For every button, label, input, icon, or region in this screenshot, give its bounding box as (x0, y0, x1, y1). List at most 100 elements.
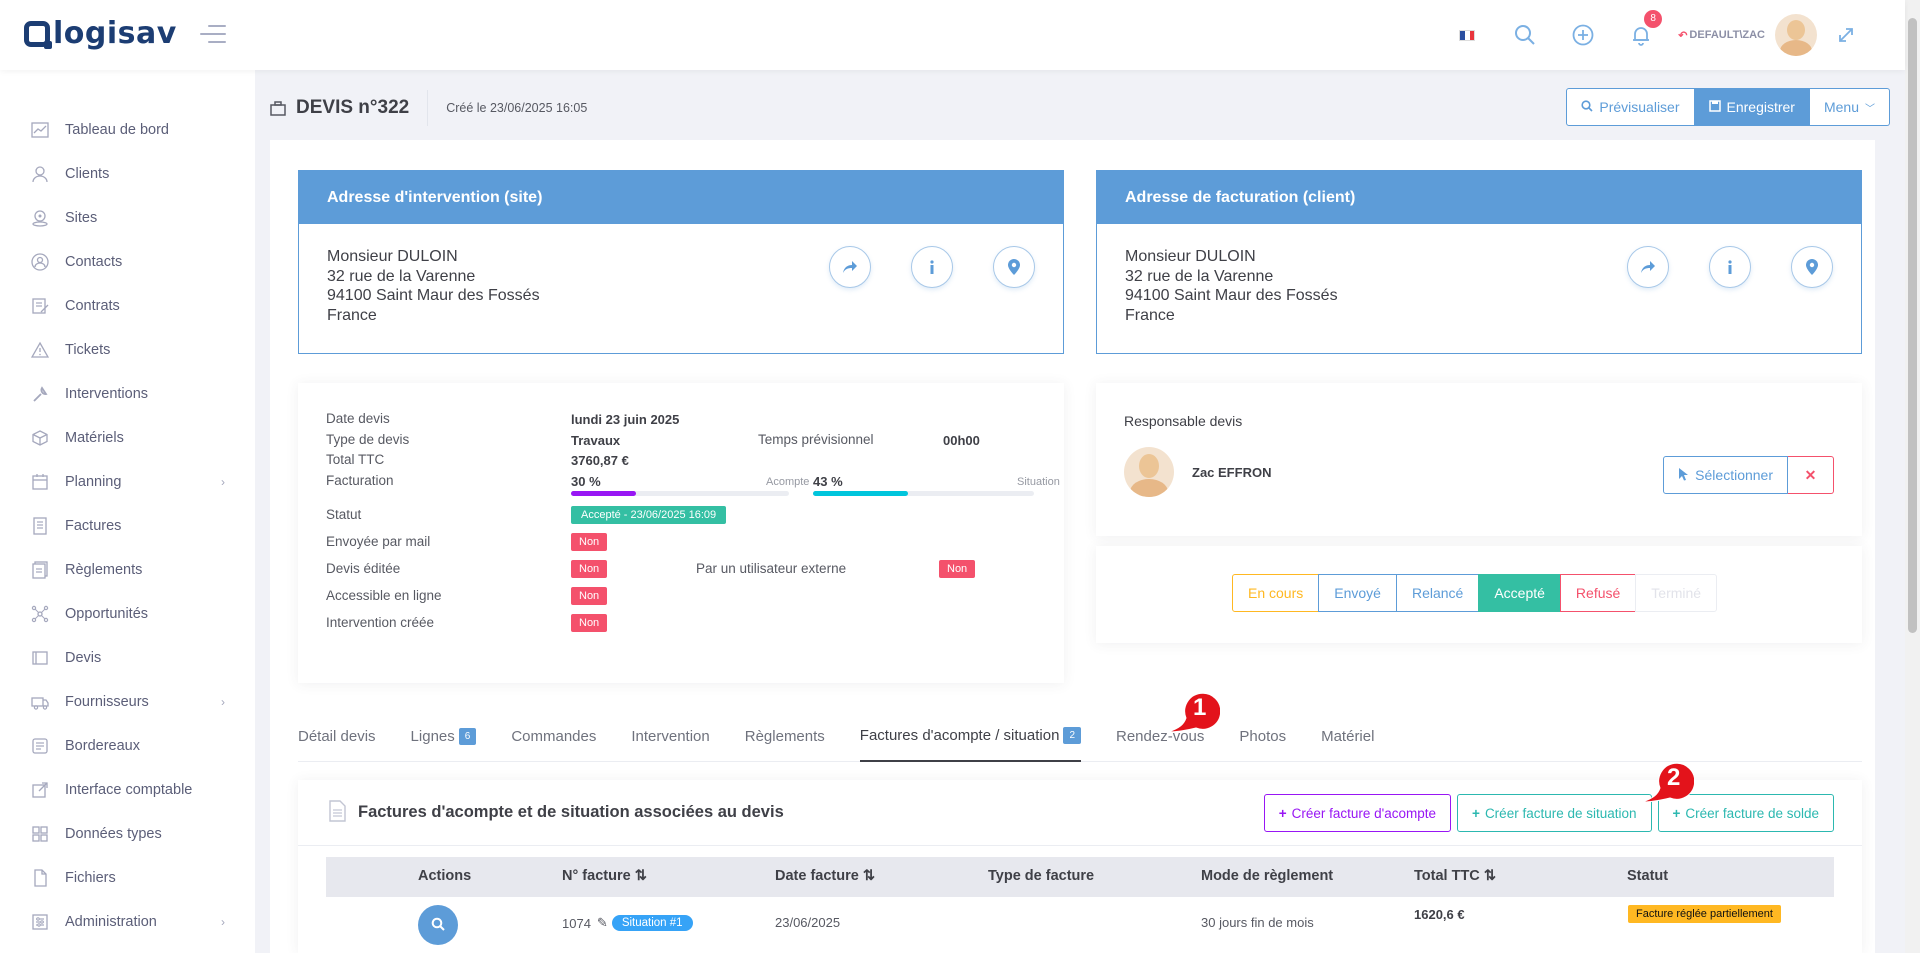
subheader: DEVIS n°322 Créé le 23/06/2025 16:05 Pré… (270, 88, 1890, 128)
sidebar-item-opportunites[interactable]: Opportunités (0, 592, 255, 636)
column-header-total[interactable]: Total TTC ⇅ (1414, 868, 1496, 884)
status-button-envoy[interactable]: Envoyé (1318, 574, 1397, 612)
sidebar-item-donnees-types[interactable]: Données types (0, 812, 255, 856)
tabs-bar: Détail devis Lignes 6 Commandes Intervention… (298, 710, 1862, 762)
sidebar-item-interventions[interactable]: Interventions (0, 372, 255, 416)
sidebar-item-clients[interactable]: Clients (0, 152, 255, 196)
sidebar-item-contrats[interactable]: Contrats (0, 284, 255, 328)
preview-button[interactable]: Prévisualiser (1566, 88, 1695, 126)
type-value: Travaux (571, 433, 621, 448)
tab-intervention[interactable]: Intervention (631, 710, 709, 762)
user-label: DEFAULT\ZAC (1689, 29, 1765, 41)
column-header-date[interactable]: Date facture ⇅ (775, 868, 875, 884)
tab-label: Détail devis (298, 727, 376, 745)
tab-factures-d-acompte-situation[interactable]: Factures d'acompte / situation 2 (859, 710, 1081, 762)
status-button-termin[interactable]: Terminé (1635, 574, 1718, 612)
stack-icon (30, 736, 50, 756)
situation-percent: 43 % (813, 474, 843, 489)
create-solde-label: Créer facture de solde (1685, 805, 1819, 821)
chevron-down-icon: ﹀ (1865, 103, 1875, 115)
sidebar-item-label: Planning (65, 474, 122, 490)
tab-commandes[interactable]: Commandes (511, 710, 596, 762)
create-situation-button[interactable]: + Créer facture de situation (1457, 794, 1652, 832)
sidebar-item-tickets[interactable]: Tickets (0, 328, 255, 372)
sidebar-item-bordereaux[interactable]: Bordereaux (0, 724, 255, 768)
sidebar-item-fichiers[interactable]: Fichiers (0, 856, 255, 900)
created-date: Créé le 23/06/2025 16:05 (446, 101, 588, 115)
total-label: Total TTC (326, 452, 385, 467)
sidebar-item-tableau-de-bord[interactable]: Tableau de bord (0, 108, 255, 152)
annotation-marker-2: 2 (1640, 758, 1696, 806)
menu-dropdown-button[interactable]: Menu ﹀ (1809, 88, 1890, 126)
scrollbar[interactable] (1905, 0, 1920, 953)
column-header-numero[interactable]: N° facture ⇅ (562, 868, 647, 884)
folder-icon (30, 648, 50, 668)
notification-bell-icon[interactable]: 8 (1612, 10, 1670, 46)
action-buttons: Prévisualiser Enregistrer Menu ﹀ (1566, 88, 1890, 126)
total-value: 3760,87 € (571, 453, 629, 468)
select-responsable-button[interactable]: Sélectionner (1663, 456, 1788, 494)
status-button-relanc[interactable]: Relancé (1395, 574, 1480, 612)
user-menu[interactable]: ↶ DEFAULT\ZAC (1678, 29, 1765, 42)
quote-info-card: Date devis lundi 23 juin 2025 Type de de… (298, 383, 1064, 683)
sidebar-item-contacts[interactable]: Contacts (0, 240, 255, 284)
status-button-encours[interactable]: En cours (1232, 574, 1320, 612)
share-icon[interactable] (829, 246, 871, 288)
info-icon[interactable] (1709, 246, 1751, 288)
map-pin-icon[interactable] (1791, 246, 1833, 288)
sidebar-item-sites[interactable]: Sites (0, 196, 255, 240)
search-icon (1581, 99, 1593, 115)
sidebar-item-fournisseurs[interactable]: Fournisseurs › (0, 680, 255, 724)
menu-toggle-icon[interactable] (200, 25, 226, 49)
view-invoice-button[interactable] (418, 905, 458, 945)
tab-lignes[interactable]: Lignes 6 (411, 710, 477, 762)
add-icon[interactable] (1554, 24, 1612, 46)
tab-label: Règlements (744, 727, 825, 745)
billing-address-title: Adresse de facturation (client) (1097, 171, 1861, 224)
invoice-number[interactable]: 1074 (562, 916, 591, 931)
cube-icon (30, 428, 50, 448)
info-icon[interactable] (911, 246, 953, 288)
sidebar: Tableau de bord Clients Sites Contacts C… (0, 70, 255, 953)
tab-label: Commandes (511, 727, 597, 745)
facturation-label: Facturation (326, 473, 394, 488)
preview-button-label: Prévisualiser (1599, 99, 1680, 115)
sidebar-item-planning[interactable]: Planning › (0, 460, 255, 504)
type-label: Type de devis (326, 432, 410, 447)
plus-icon: + (1472, 805, 1480, 821)
sidebar-item-reglements[interactable]: Règlements (0, 548, 255, 592)
scrollbar-thumb[interactable] (1908, 18, 1917, 633)
status-badge: Accepté - 23/06/2025 16:09 (571, 506, 727, 524)
briefcase-icon (270, 100, 286, 116)
status-button-refus[interactable]: Refusé (1559, 574, 1637, 612)
tab-mat-riel[interactable]: Matériel (1321, 710, 1374, 762)
pencil-icon[interactable]: ✎ (597, 915, 608, 931)
date-value: lundi 23 juin 2025 (571, 412, 680, 427)
share-icon[interactable] (1627, 246, 1669, 288)
remove-responsable-button[interactable]: ✕ (1788, 456, 1834, 494)
sidebar-item-interface-comptable[interactable]: Interface comptable (0, 768, 255, 812)
status-button-accept[interactable]: Accepté (1478, 574, 1561, 612)
user-avatar[interactable] (1775, 14, 1817, 56)
sidebar-item-materiels[interactable]: Matériels (0, 416, 255, 460)
tab-photos[interactable]: Photos (1239, 710, 1286, 762)
settings-icon (30, 912, 50, 932)
tab-label: Photos (1239, 727, 1287, 745)
sidebar-item-devis[interactable]: Devis (0, 636, 255, 680)
sidebar-item-administration[interactable]: Administration › (0, 900, 255, 944)
logo[interactable]: logisav (24, 16, 177, 51)
map-pin-icon[interactable] (993, 246, 1035, 288)
tab-d-tail-devis[interactable]: Détail devis (298, 710, 376, 762)
sort-icon: ⇅ (862, 868, 875, 884)
fullscreen-icon[interactable] (1817, 26, 1875, 44)
tab-r-glements[interactable]: Règlements (745, 710, 825, 762)
situation-label: Situation (1017, 476, 1060, 488)
search-icon[interactable] (1496, 24, 1554, 46)
create-acompte-button[interactable]: + Créer facture d'acompte (1263, 794, 1452, 832)
language-flag-icon[interactable] (1438, 29, 1496, 41)
invoice-status-badge: Facture réglée partiellement (1628, 905, 1781, 923)
invoice-date: 23/06/2025 (775, 915, 841, 930)
save-button[interactable]: Enregistrer (1694, 88, 1810, 126)
warning-icon (30, 340, 50, 360)
sidebar-item-factures[interactable]: Factures (0, 504, 255, 548)
